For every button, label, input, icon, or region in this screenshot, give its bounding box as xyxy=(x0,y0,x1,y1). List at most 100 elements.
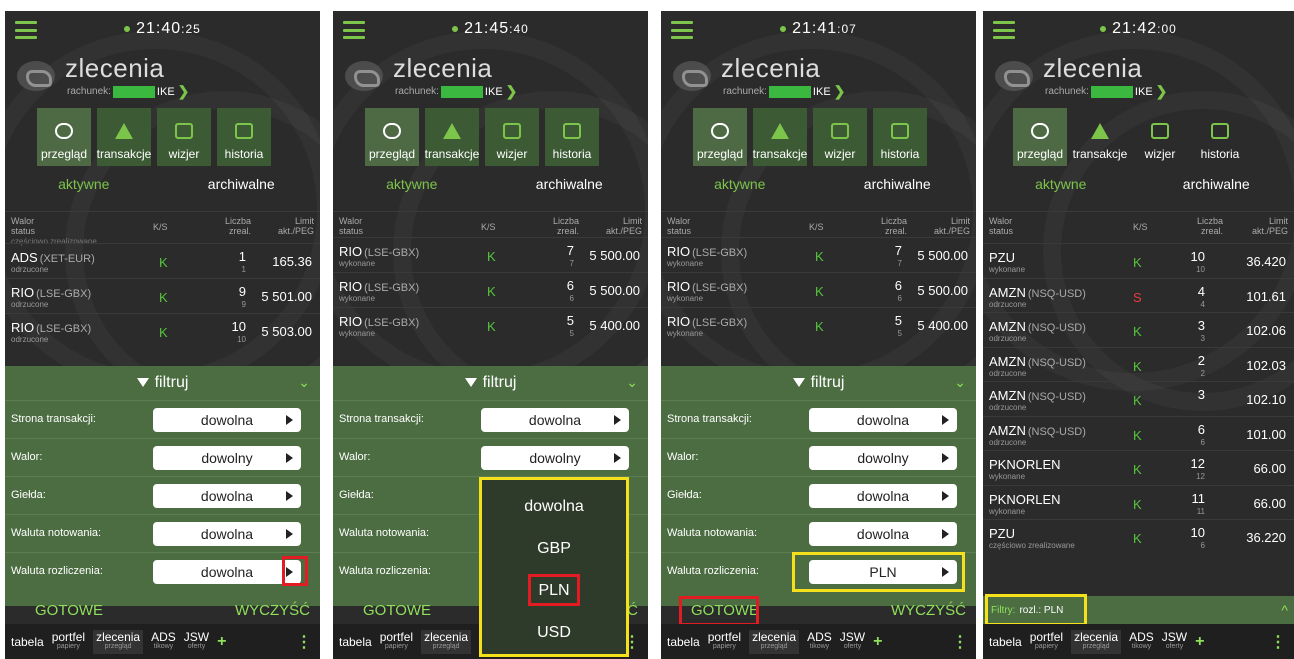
triangle-right-icon[interactable] xyxy=(942,529,949,539)
filter-select[interactable]: dowolna xyxy=(481,408,629,432)
tab-wizjer[interactable]: wizjer xyxy=(1133,108,1187,166)
triangle-right-icon[interactable] xyxy=(286,491,293,501)
chevron-right-icon[interactable]: ❯ xyxy=(178,83,190,100)
table-row[interactable]: PKNORLEN wykonane K 12 12 66.00 xyxy=(983,450,1294,485)
bottom-tab-ads[interactable]: ADStikowy xyxy=(1129,631,1154,652)
more-options-icon[interactable]: ⋮ xyxy=(1270,632,1286,652)
chevron-right-icon[interactable]: ❯ xyxy=(834,83,846,100)
subtab-aktywne[interactable]: aktywne xyxy=(5,176,163,200)
tab-przeglad[interactable]: przegląd xyxy=(365,108,419,166)
more-options-icon[interactable]: ⋮ xyxy=(296,632,312,652)
tab-transakcje[interactable]: transakcje xyxy=(425,108,479,166)
chevron-down-icon[interactable]: ⌄ xyxy=(626,374,638,391)
more-options-icon[interactable]: ⋮ xyxy=(952,632,968,652)
chevron-down-icon[interactable]: ⌄ xyxy=(298,374,310,391)
tab-wizjer[interactable]: wizjer xyxy=(485,108,539,166)
filter-select[interactable]: dowolny xyxy=(153,446,301,470)
tab-transakcje[interactable]: transakcje xyxy=(97,108,151,166)
chevron-up-icon[interactable]: ^ xyxy=(1281,602,1288,618)
chevron-right-icon[interactable]: ❯ xyxy=(1156,83,1168,100)
subtab-archiwalne[interactable]: archiwalne xyxy=(819,176,977,200)
bottom-tab-tabela[interactable]: tabela xyxy=(667,636,700,648)
table-row[interactable]: RIO (LSE-GBX) wykonane K 5 5 5 400.00 xyxy=(661,307,976,342)
triangle-right-icon[interactable] xyxy=(614,415,621,425)
bottom-tab-portfel[interactable]: portfel papiery xyxy=(708,631,741,652)
subtab-aktywne[interactable]: aktywne xyxy=(983,176,1139,200)
subtab-archiwalne[interactable]: archiwalne xyxy=(163,176,321,200)
table-row[interactable]: RIO (LSE-GBX) wykonane K 6 6 5 500.00 xyxy=(661,272,976,307)
tab-historia[interactable]: historia xyxy=(1193,108,1247,166)
account-selector[interactable]: rachunek: IKE ❯ xyxy=(395,83,517,100)
dropdown-option[interactable]: dowolna xyxy=(482,498,626,516)
bottom-tab-tabela[interactable]: tabela xyxy=(339,636,372,648)
triangle-right-icon[interactable] xyxy=(942,415,949,425)
triangle-right-icon[interactable] xyxy=(286,453,293,463)
add-tab-icon[interactable]: + xyxy=(217,633,226,651)
filter-header[interactable]: filtruj ⌄ xyxy=(5,374,320,392)
bottom-tab-ads[interactable]: ADStikowy xyxy=(151,631,176,652)
filter-select[interactable]: dowolna xyxy=(153,484,301,508)
clear-button[interactable]: WYCZYŚĆ xyxy=(235,602,310,619)
filter-header[interactable]: filtruj ⌄ xyxy=(333,374,648,392)
table-row[interactable]: RIO (LSE-GBX) wykonane K 5 5 5 400.00 xyxy=(333,307,648,342)
filter-select[interactable]: dowolna xyxy=(809,484,957,508)
table-row[interactable]: RIO (LSE-GBX) wykonane K 7 7 5 500.00 xyxy=(661,237,976,272)
dropdown-option[interactable]: USD xyxy=(482,624,626,642)
table-row[interactable]: RIO (LSE-GBX) wykonane K 7 7 5 500.00 xyxy=(333,237,648,272)
filter-select[interactable]: dowolna xyxy=(153,408,301,432)
bottom-tab-ads[interactable]: ADStikowy xyxy=(807,631,832,652)
table-row[interactable]: PZU częściowo zrealizowane K 10 6 36.220 xyxy=(983,519,1294,554)
tab-przeglad[interactable]: przegląd xyxy=(693,108,747,166)
table-row[interactable]: AMZN (NSQ-USD) odrzucone K 2 2 102.03 xyxy=(983,346,1294,382)
table-row[interactable]: AMZN (NSQ-USD) odrzucone K 6 6 101.00 xyxy=(983,415,1294,451)
bottom-tab-zlecenia[interactable]: zlecenia przegląd xyxy=(421,629,472,654)
table-row[interactable]: PKNORLEN wykonane K 11 11 66.00 xyxy=(983,484,1294,520)
bottom-tab-portfel[interactable]: portfel papiery xyxy=(380,631,413,652)
bottom-tab-zlecenia[interactable]: zlecenia przegląd xyxy=(749,629,800,654)
table-row[interactable]: AMZN (NSQ-USD) odrzucone K 3 3 102.06 xyxy=(983,312,1294,347)
tab-transakcje[interactable]: transakcje xyxy=(753,108,807,166)
done-button[interactable]: GOTOWE xyxy=(363,602,431,619)
bottom-tab-tabela[interactable]: tabela xyxy=(11,636,44,648)
tab-wizjer[interactable]: wizjer xyxy=(813,108,867,166)
filter-select[interactable]: dowolna xyxy=(153,522,301,546)
bottom-tab-jsw[interactable]: JSWoferty xyxy=(184,631,209,652)
bottom-tab-jsw[interactable]: JSWoferty xyxy=(1162,631,1187,652)
table-row[interactable]: RIO (LSE-GBX) wykonane K 6 6 5 500.00 xyxy=(333,272,648,307)
subtab-archiwalne[interactable]: archiwalne xyxy=(491,176,649,200)
filter-select[interactable]: dowolny xyxy=(481,446,629,470)
table-row[interactable]: RIO (LSE-GBX) odrzucone K 9 9 5 501.00 xyxy=(5,278,320,313)
filter-select[interactable]: dowolny xyxy=(809,446,957,470)
tab-transakcje[interactable]: transakcje xyxy=(1073,108,1127,166)
table-row[interactable]: AMZN (NSQ-USD) odrzucone K 3 102.10 xyxy=(983,381,1294,416)
filter-select[interactable]: dowolna xyxy=(809,408,957,432)
tab-przeglad[interactable]: przegląd xyxy=(1013,108,1067,166)
chevron-down-icon[interactable]: ⌄ xyxy=(954,374,966,391)
subtab-aktywne[interactable]: aktywne xyxy=(333,176,491,200)
clear-button[interactable]: WYCZYŚĆ xyxy=(891,602,966,619)
done-button[interactable]: GOTOWE xyxy=(35,602,103,619)
filter-header[interactable]: filtruj ⌄ xyxy=(661,374,976,392)
triangle-right-icon[interactable] xyxy=(286,529,293,539)
account-selector[interactable]: rachunek: IKE ❯ xyxy=(723,83,845,100)
dropdown-option[interactable]: GBP xyxy=(482,540,626,558)
tab-przeglad[interactable]: przegląd xyxy=(37,108,91,166)
account-selector[interactable]: rachunek: IKE ❯ xyxy=(67,83,189,100)
triangle-right-icon[interactable] xyxy=(942,491,949,501)
table-row[interactable]: PZU wykonane K 10 10 36.420 xyxy=(983,243,1294,278)
bottom-tab-jsw[interactable]: JSWoferty xyxy=(840,631,865,652)
triangle-right-icon[interactable] xyxy=(614,453,621,463)
bottom-tab-zlecenia[interactable]: zlecenia przegląd xyxy=(93,629,144,654)
tab-historia[interactable]: historia xyxy=(873,108,927,166)
add-tab-icon[interactable]: + xyxy=(1195,633,1204,651)
filter-select[interactable]: dowolna xyxy=(809,522,957,546)
tab-wizjer[interactable]: wizjer xyxy=(157,108,211,166)
triangle-right-icon[interactable] xyxy=(286,415,293,425)
bottom-tab-portfel[interactable]: portfel papiery xyxy=(1030,631,1063,652)
filter-select[interactable]: dowolna xyxy=(153,560,301,584)
subtab-archiwalne[interactable]: archiwalne xyxy=(1139,176,1294,200)
bottom-tab-portfel[interactable]: portfel papiery xyxy=(52,631,85,652)
table-row[interactable]: ADS (XET-EUR) odrzucone K 1 1 165.36 xyxy=(5,243,320,278)
tab-historia[interactable]: historia xyxy=(545,108,599,166)
bottom-tab-tabela[interactable]: tabela xyxy=(989,636,1022,648)
